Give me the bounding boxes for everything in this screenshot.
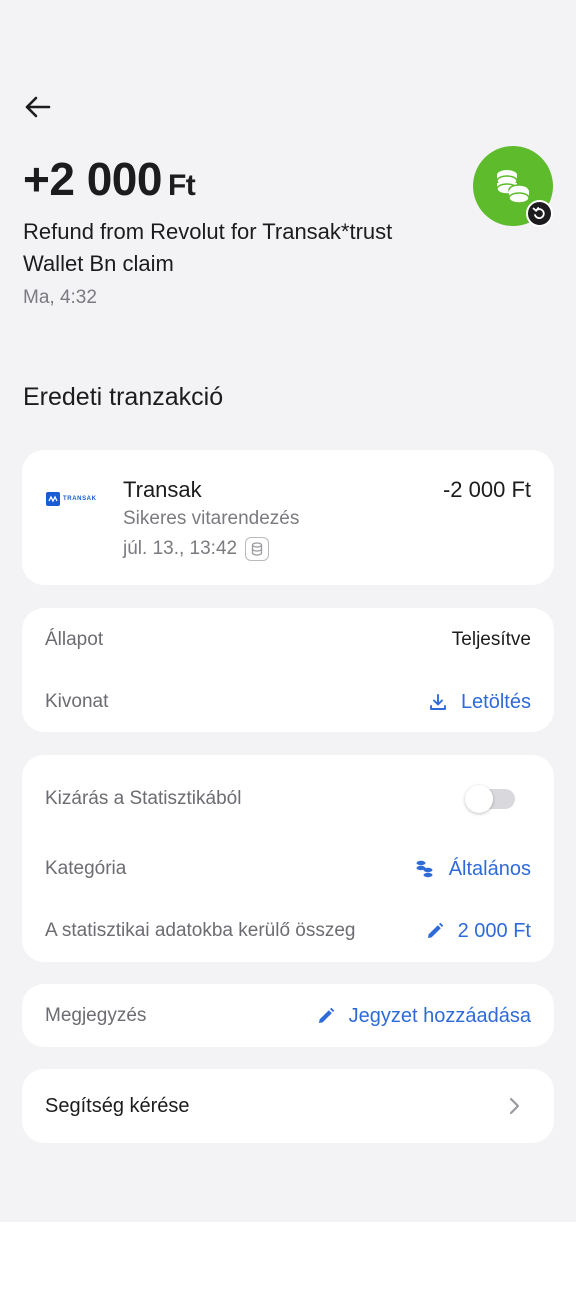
original-date: júl. 13., 13:42: [123, 538, 238, 559]
original-amount: -2 000 Ft: [442, 477, 531, 502]
note-label: Megjegyzés: [45, 1005, 147, 1026]
refund-icon: [532, 207, 545, 219]
statistics-card: Kizárás a Statisztikából Kategória Által…: [22, 755, 554, 962]
download-icon: [429, 694, 446, 710]
original-transaction-card[interactable]: TRANSAK Transak -2 000 Ft Sikeres vitare…: [22, 450, 554, 585]
note-card: Megjegyzés Jegyzet hozzáadása: [22, 984, 554, 1047]
statement-label: Kivonat: [45, 691, 109, 712]
merchant-name: Transak: [123, 477, 202, 502]
exclude-row: Kizárás a Statisztikából: [45, 785, 531, 813]
exclude-toggle[interactable]: [465, 785, 517, 813]
statement-row: Kivonat Letöltés: [45, 690, 531, 714]
category-value: Általános: [448, 857, 531, 880]
original-date-row: júl. 13., 13:42: [123, 537, 270, 561]
arrow-left-icon: [25, 96, 51, 118]
exclude-label: Kizárás a Statisztikából: [45, 788, 242, 809]
transak-logo-icon: [46, 492, 60, 506]
get-help-button[interactable]: Segítség kérése: [22, 1069, 554, 1143]
category-row: Kategória Általános: [45, 857, 531, 881]
status-row: Állapot Teljesítve: [45, 628, 531, 652]
refund-badge: [526, 200, 553, 227]
merchant-logo-text: TRANSAK: [63, 496, 97, 502]
original-transaction-title: Eredeti tranzakció: [23, 383, 224, 411]
toggle-knob: [465, 785, 493, 813]
transaction-details-screen: +2 000 Ft Refund from Revolut for Transak…: [0, 0, 576, 1222]
original-status: Sikeres vitarendezés: [123, 508, 300, 529]
note-row: Megjegyzés Jegyzet hozzáadása: [45, 1003, 531, 1029]
download-label: Letöltés: [460, 690, 531, 713]
merchant-logo: TRANSAK: [46, 490, 100, 508]
chevron-right-icon: [509, 1097, 520, 1115]
back-button[interactable]: [20, 90, 54, 124]
transaction-amount: +2 000 Ft: [23, 152, 196, 206]
status-card: Állapot Teljesítve Kivonat Letöltés: [22, 608, 554, 732]
stats-amount-row: A statisztikai adatokba kerülő összeg 2 …: [45, 919, 531, 943]
pencil-icon: [318, 1007, 334, 1023]
stats-amount-value: 2 000 Ft: [457, 919, 531, 942]
pencil-icon: [427, 922, 443, 938]
stats-amount-label: A statisztikai adatokba kerülő összeg: [45, 920, 356, 941]
amount-currency: Ft: [167, 169, 196, 202]
status-label: Állapot: [45, 629, 104, 650]
download-statement-button[interactable]: Letöltés: [429, 691, 531, 714]
coins-icon: [496, 170, 530, 204]
help-label: Segítség kérése: [45, 1094, 190, 1117]
coins-category-icon: [416, 860, 433, 878]
amount-value: +2 000: [23, 153, 162, 205]
help-row: Segítség kérése: [45, 1093, 531, 1119]
transaction-datetime: Ma, 4:32: [23, 287, 97, 308]
category-label: Kategória: [45, 858, 127, 879]
category-button[interactable]: Általános: [415, 858, 531, 881]
edit-stats-amount-button[interactable]: 2 000 Ft: [426, 920, 531, 943]
add-note-label: Jegyzet hozzáadása: [348, 1004, 531, 1027]
status-value: Teljesítve: [451, 629, 531, 650]
transaction-description: Refund from Revolut for Transak*trust Wa…: [23, 219, 393, 276]
add-note-button[interactable]: Jegyzet hozzáadása: [317, 1005, 531, 1028]
database-icon: [245, 537, 270, 561]
